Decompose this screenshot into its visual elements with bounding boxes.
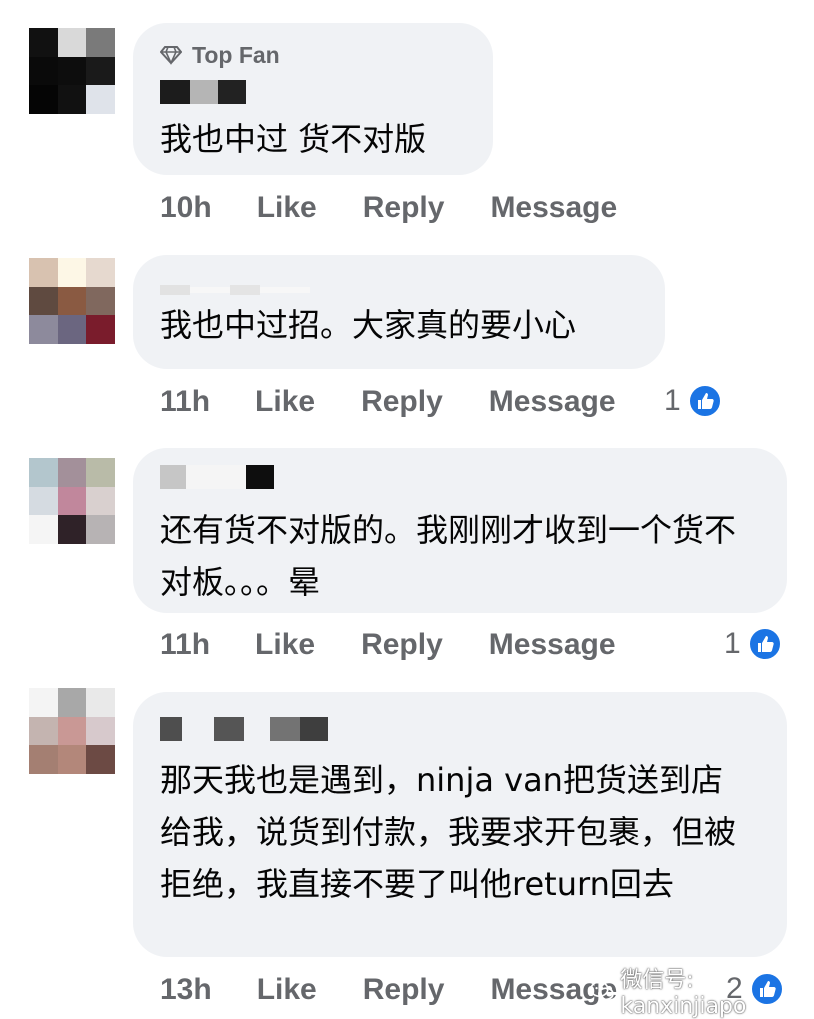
comment-actions: 11h Like Reply Message — [160, 385, 662, 419]
thumbs-up-icon — [746, 626, 783, 662]
like-button[interactable]: Like — [257, 191, 317, 225]
reaction-count[interactable]: 1 — [724, 626, 783, 662]
watermark: 微信号: kanxinjiapo — [590, 962, 814, 1019]
avatar[interactable] — [29, 688, 115, 774]
badge-label: Top Fan — [192, 41, 280, 68]
comment-bubble: Top Fan 我也中过 货不对版 — [133, 23, 493, 175]
comment-bubble: 还有货不对版的。我刚刚才收到一个货不对板。。。晕 — [133, 448, 787, 613]
comment-bubble: 那天我也是遇到，ninja van把货送到店给我，说货到付款，我要求开包裹，但被… — [133, 692, 787, 957]
comment-actions: 10h Like Reply Message — [160, 191, 663, 225]
comment-text: 那天我也是遇到，ninja van把货送到店给我，说货到付款，我要求开包裹，但被… — [160, 761, 737, 903]
reply-button[interactable]: Reply — [361, 628, 443, 662]
comment-timestamp[interactable]: 10h — [160, 191, 212, 225]
comment-text: 我也中过招。大家真的要小心 — [160, 306, 577, 344]
watermark-text: 微信号: kanxinjiapo — [620, 968, 747, 1019]
reaction-number: 1 — [724, 627, 741, 660]
comment-timestamp[interactable]: 11h — [160, 628, 210, 662]
reply-button[interactable]: Reply — [363, 973, 445, 1007]
message-button[interactable]: Message — [489, 385, 616, 419]
comment-text: 还有货不对版的。我刚刚才收到一个货不对板。。。晕 — [160, 511, 737, 601]
reaction-number: 1 — [664, 384, 681, 417]
avatar[interactable] — [29, 258, 115, 344]
wechat-icon — [590, 980, 614, 1000]
commenter-name[interactable] — [160, 462, 759, 492]
reply-button[interactable]: Reply — [361, 385, 443, 419]
avatar[interactable] — [29, 28, 115, 114]
like-button[interactable]: Like — [255, 385, 315, 419]
comment-text: 我也中过 货不对版 — [160, 120, 427, 158]
message-button[interactable]: Message — [490, 191, 617, 225]
comment-actions: 13h Like Reply Message — [160, 973, 663, 1007]
comment-actions: 11h Like Reply Message — [160, 628, 662, 662]
reaction-count[interactable]: 1 — [664, 383, 723, 419]
commenter-name[interactable] — [160, 714, 759, 744]
commenter-name[interactable] — [160, 77, 465, 107]
message-button[interactable]: Message — [489, 628, 616, 662]
like-button[interactable]: Like — [255, 628, 315, 662]
comment-timestamp[interactable]: 11h — [160, 385, 210, 419]
comment-timestamp[interactable]: 13h — [160, 973, 212, 1007]
comment-bubble: 我也中过招。大家真的要小心 — [133, 255, 665, 369]
top-fan-badge: Top Fan — [160, 41, 465, 69]
avatar[interactable] — [29, 458, 115, 544]
commenter-name[interactable] — [160, 283, 637, 297]
thumbs-up-icon — [686, 383, 723, 419]
like-button[interactable]: Like — [257, 973, 317, 1007]
reply-button[interactable]: Reply — [363, 191, 445, 225]
diamond-icon — [160, 46, 182, 65]
